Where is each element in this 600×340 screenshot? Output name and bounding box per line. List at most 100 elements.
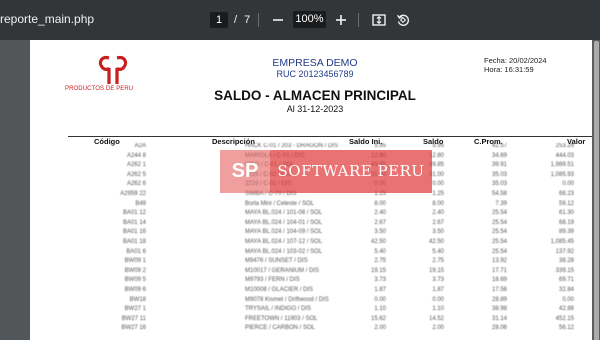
- table-cell-code: BW09 2: [124, 267, 146, 274]
- table-cell-valor: 1,085.45: [550, 239, 574, 245]
- table-cell-cprom: 28.89: [491, 296, 507, 303]
- table-cell-description: M9078 Kismet / Driftwood / DIS: [245, 296, 329, 303]
- table-cell-valor: 38.28: [558, 258, 574, 265]
- fit-to-page-icon: [372, 14, 386, 26]
- table-cell-code: BW27 1: [124, 306, 146, 313]
- table-cell-code: BA01 6: [126, 248, 146, 255]
- table-cell-saldo: 1.87: [432, 287, 444, 293]
- table-cell-saldo: 2.75: [432, 258, 444, 265]
- rotate-button[interactable]: [393, 10, 413, 30]
- table-cell-code: A262 6: [126, 181, 146, 188]
- zoom-out-button[interactable]: [268, 10, 288, 30]
- table-cell-description: M9793 / FERN / DIS: [245, 277, 300, 284]
- table-cell-cprom: 35.03: [491, 171, 507, 178]
- table-cell-code: BA01 14: [122, 219, 146, 226]
- table-cell-cprom: 25.54: [491, 219, 507, 226]
- pdf-toolbar: reporte_main.php 1 / 7 100%: [0, 0, 600, 40]
- fit-to-page-button[interactable]: [369, 10, 389, 30]
- table-cell-code: BW18: [129, 296, 146, 303]
- table-cell-valor: 68.23: [558, 191, 574, 197]
- table-cell-code: A244 8: [126, 152, 146, 159]
- table-cell-code: BW09 5: [124, 277, 146, 284]
- table-row: BW09 6 M10008 / GLACIER / DIS 1.87 1.87 17.5…: [30, 287, 600, 296]
- table-cell-saldo-ini: 2.00: [374, 325, 386, 332]
- table-cell-description: MAYA BL.024 / 107-12 / SOL: [245, 239, 323, 245]
- table-cell-valor: 61.30: [558, 210, 574, 217]
- table-row: BW27 1 TRYSAIL / INDIGO / DIS 1.10 1.10 38.9…: [30, 306, 600, 315]
- table-cell-saldo: 2.67: [432, 219, 444, 226]
- table-cell-cprom: 17.56: [491, 287, 507, 293]
- table-cell-cprom: 18.69: [491, 277, 507, 284]
- table-row: BA01 14 MAYA BL.024 / 104-01 / SOL 2.67 2.6…: [30, 220, 600, 229]
- watermark-badge: SP: [220, 150, 270, 193]
- table-cell-valor: 253.29: [555, 143, 574, 149]
- table-cell-valor: 339.15: [555, 267, 574, 274]
- table-cell-description: M10008 / GLACIER / DIS: [245, 287, 314, 293]
- table-cell-description: MAYA BL.024 / 103-02 / SOL: [245, 248, 323, 255]
- zoom-level-input[interactable]: 100%: [293, 11, 326, 28]
- table-row: BW09 2 M10017 / GERANIUM / DIS 19.15 19.15 1…: [30, 268, 600, 277]
- table-cell-saldo-ini: 8.00: [374, 200, 386, 207]
- zoom-in-button[interactable]: [331, 10, 351, 30]
- table-cell-saldo-ini: 0.00: [374, 296, 386, 303]
- minus-icon: [273, 19, 283, 21]
- table-cell-saldo-ini: 42.50: [370, 239, 386, 245]
- table-cell-cprom: 7.39: [495, 200, 507, 207]
- table-row: BW18 M9078 Kismet / Driftwood / DIS 0.00 0.…: [30, 297, 600, 306]
- watermark-text: SOFTWARE PERU: [270, 150, 432, 193]
- table-cell-cprom: 54.58: [491, 191, 507, 197]
- report-date: Fecha: 20/02/2024: [484, 56, 547, 65]
- table-row: BA01 18 MAYA BL.024 / 107-12 / SOL 42.50 42…: [30, 239, 600, 248]
- table-cell-saldo-ini: 5.95: [374, 143, 386, 149]
- table-cell-saldo: 19.15: [428, 267, 444, 274]
- table-cell-saldo: 2.40: [432, 210, 444, 217]
- total-pages: 7: [244, 14, 251, 26]
- scrollbar-thumb[interactable]: [594, 41, 599, 340]
- table-cell-cprom: 25.54: [491, 239, 507, 245]
- table-cell-valor: 444.03: [555, 152, 574, 159]
- table-cell-valor: 68.19: [558, 219, 574, 226]
- table-header-line: [68, 136, 600, 137]
- table-cell-saldo-ini: 5.40: [374, 248, 386, 255]
- table-cell-saldo-ini: 19.15: [370, 267, 386, 274]
- table-cell-cprom: 25.54: [491, 210, 507, 217]
- table-cell-code: BA01 12: [122, 210, 146, 217]
- table-cell-saldo: 42.50: [428, 239, 444, 245]
- table-cell-code: BW27 16: [121, 325, 146, 332]
- table-cell-cprom: 38.98: [491, 306, 507, 313]
- table-cell-valor: 89.39: [558, 229, 574, 236]
- table-cell-cprom: 28.06: [491, 325, 507, 332]
- table-cell-description: PIERCE / CARBON / SOL: [245, 325, 316, 332]
- table-row: BA01 16 MAYA BL.024 / 104-09 / SOL 3.50 3.5…: [30, 229, 600, 238]
- toolbar-divider: [358, 13, 359, 27]
- table-cell-saldo-ini: 3.50: [374, 229, 386, 236]
- table-cell-saldo: 1.10: [432, 306, 444, 313]
- table-row: BW27 16 PIERCE / CARBON / SOL 2.00 2.00 28.0…: [30, 325, 600, 334]
- toolbar-divider: [258, 13, 259, 27]
- table-cell-cprom: 13.92: [491, 258, 507, 265]
- table-row: BA01 6 MAYA BL.024 / 103-02 / SOL 5.40 5.40…: [30, 249, 600, 258]
- report-title: SALDO - ALMACEN PRINCIPAL: [214, 88, 416, 103]
- plus-icon: [336, 15, 346, 25]
- table-cell-valor: 452.15: [555, 315, 574, 322]
- table-cell-valor: 69.71: [558, 277, 574, 284]
- table-cell-saldo: 0.00: [432, 181, 444, 188]
- table-cell-cprom: 31.14: [491, 315, 507, 322]
- table-cell-saldo-ini: 2.40: [374, 210, 386, 217]
- table-row: BW09 1 M9476 / SUNSET / DIS 2.75 2.75 13.92 3…: [30, 258, 600, 267]
- page-separator: /: [234, 14, 238, 26]
- table-cell-cprom: 35.03: [491, 181, 507, 188]
- table-cell-cprom: 39.91: [491, 162, 507, 169]
- table-cell-valor: 32.84: [558, 287, 574, 293]
- page-number-input[interactable]: 1: [210, 12, 228, 28]
- table-cell-valor: 56.12: [558, 325, 574, 332]
- table-cell-saldo: 3.50: [432, 229, 444, 236]
- table-cell-description: M9476 / SUNSET / DIS: [245, 258, 308, 265]
- table-cell-code: BW09 1: [124, 258, 146, 265]
- table-cell-saldo: 3.73: [432, 277, 444, 284]
- table-cell-code: BW09 6: [124, 287, 146, 293]
- table-cell-saldo-ini: 3.73: [374, 277, 386, 284]
- table-row: BA01 12 MAYA BL.024 / 101-08 / SOL 2.40 2.4…: [30, 210, 600, 219]
- table-cell-code: A262 1: [126, 162, 146, 169]
- table-cell-saldo: 5.95: [432, 143, 444, 149]
